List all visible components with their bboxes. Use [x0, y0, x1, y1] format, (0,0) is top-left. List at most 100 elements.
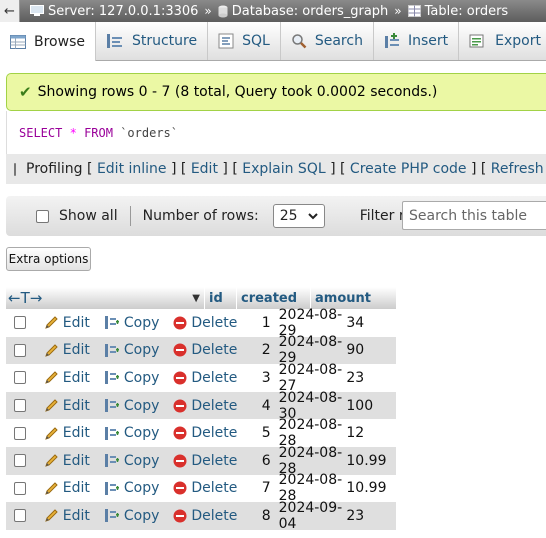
edit-row-button[interactable]: Edit — [44, 508, 90, 524]
cell-id[interactable]: 6 — [249, 453, 274, 469]
cell-amount[interactable]: 23 — [342, 370, 396, 386]
delete-row-button[interactable]: Delete — [173, 508, 237, 524]
table-row: Edit Copy Delete 4 2024-08-30 100 — [6, 390, 396, 422]
table-body: Edit Copy Delete 1 2024-08-29 34 Edit Copy Delet… — [6, 307, 396, 532]
tab-browse[interactable]: Browse — [0, 22, 96, 61]
edit-query-link[interactable]: Edit — [191, 161, 218, 177]
cell-id[interactable]: 4 — [249, 398, 274, 414]
cell-id[interactable]: 8 — [249, 508, 274, 524]
number-of-rows-select[interactable]: 25 — [272, 204, 325, 228]
refresh-link[interactable]: Refresh — [491, 161, 544, 177]
filter-rows-input[interactable] — [402, 201, 546, 230]
copy-row-button[interactable]: Copy — [104, 342, 159, 358]
edit-row-button[interactable]: Edit — [44, 370, 90, 386]
edit-row-button[interactable]: Edit — [44, 315, 90, 331]
sort-triangle-icon[interactable]: ▼ — [192, 293, 200, 304]
table-row: Edit Copy Delete 5 2024-08-28 12 — [6, 417, 396, 449]
delete-row-button[interactable]: Delete — [173, 453, 237, 469]
tab-structure[interactable]: Structure — [95, 22, 209, 60]
delete-row-button[interactable]: Delete — [173, 342, 237, 358]
edit-row-button[interactable]: Edit — [44, 398, 90, 414]
sql-icon — [218, 33, 234, 49]
row-checkbox[interactable] — [14, 316, 26, 330]
cell-id[interactable]: 7 — [249, 480, 274, 496]
table-row: Edit Copy Delete 1 2024-08-29 34 — [6, 307, 396, 339]
delete-row-button[interactable]: Delete — [173, 315, 237, 331]
row-checkbox[interactable] — [14, 426, 26, 440]
cell-amount[interactable]: 10.99 — [342, 453, 396, 469]
pencil-icon — [44, 343, 59, 358]
delete-icon — [173, 426, 187, 440]
edit-row-button[interactable]: Edit — [44, 425, 90, 441]
row-checkbox[interactable] — [14, 399, 26, 413]
expand-columns-icon[interactable]: ←T→ — [8, 289, 42, 307]
edit-row-button[interactable]: Edit — [44, 342, 90, 358]
copy-icon — [104, 508, 120, 523]
row-checkbox[interactable] — [14, 371, 26, 385]
copy-row-button[interactable]: Copy — [104, 508, 159, 524]
copy-row-button[interactable]: Copy — [104, 453, 159, 469]
cell-id[interactable]: 1 — [249, 315, 274, 331]
checkmark-icon: ✔ — [19, 83, 32, 101]
delete-row-button[interactable]: Delete — [173, 480, 237, 496]
breadcrumb-server[interactable]: Server: 127.0.0.1:3306 — [20, 4, 198, 19]
copy-row-button[interactable]: Copy — [104, 315, 159, 331]
profiling-checkbox[interactable] — [14, 162, 16, 176]
cell-amount[interactable]: 100 — [342, 398, 396, 414]
cell-id[interactable]: 3 — [249, 370, 274, 386]
copy-row-button[interactable]: Copy — [104, 480, 159, 496]
delete-icon — [173, 343, 187, 357]
tab-search[interactable]: Search — [280, 22, 374, 60]
pencil-icon — [44, 453, 59, 468]
delete-icon — [173, 481, 187, 495]
edit-row-button[interactable]: Edit — [44, 453, 90, 469]
show-all-checkbox[interactable] — [36, 209, 49, 223]
column-header-created[interactable]: created — [236, 287, 310, 309]
breadcrumb-separator: » — [394, 4, 402, 18]
row-checkbox[interactable] — [14, 509, 26, 523]
cell-created[interactable]: 2024-09-04 — [275, 500, 343, 532]
copy-row-button[interactable]: Copy — [104, 398, 159, 414]
row-checkbox[interactable] — [14, 481, 26, 495]
cell-amount[interactable]: 23 — [342, 508, 396, 524]
column-header-amount[interactable]: amount — [310, 287, 374, 309]
cell-amount[interactable]: 34 — [342, 315, 396, 331]
column-header-id[interactable]: id — [204, 287, 236, 309]
copy-icon — [104, 453, 120, 468]
sql-keyword-select: SELECT — [19, 125, 63, 140]
pencil-icon — [44, 398, 59, 413]
tab-export[interactable]: Export — [459, 22, 546, 60]
copy-row-button[interactable]: Copy — [104, 425, 159, 441]
cell-amount[interactable]: 10.99 — [342, 480, 396, 496]
cell-id[interactable]: 5 — [249, 425, 274, 441]
explain-sql-link[interactable]: Explain SQL — [242, 161, 325, 177]
row-checkbox[interactable] — [14, 343, 26, 357]
back-arrow-icon[interactable]: ← — [0, 0, 20, 22]
export-icon — [469, 33, 487, 49]
server-icon — [30, 5, 44, 17]
tab-sql[interactable]: SQL — [208, 22, 281, 60]
cell-amount[interactable]: 90 — [342, 342, 396, 358]
breadcrumb-table[interactable]: Table: orders — [407, 4, 508, 19]
table-row: Edit Copy Delete 2 2024-08-29 90 — [6, 334, 396, 366]
edit-row-button[interactable]: Edit — [44, 480, 90, 496]
database-icon — [218, 5, 228, 18]
cell-id[interactable]: 2 — [249, 342, 274, 358]
number-of-rows-label: Number of rows: — [142, 208, 259, 224]
delete-row-button[interactable]: Delete — [173, 425, 237, 441]
tab-insert[interactable]: Insert — [373, 22, 460, 60]
delete-row-button[interactable]: Delete — [173, 398, 237, 414]
breadcrumb-database[interactable]: Database: orders_graph — [218, 4, 388, 19]
create-php-code-link[interactable]: Create PHP code — [350, 161, 467, 177]
copy-row-button[interactable]: Copy — [104, 370, 159, 386]
delete-row-button[interactable]: Delete — [173, 370, 237, 386]
profiling-bar: Profiling [ Edit inline ] [ Edit ] [ Exp… — [6, 154, 546, 184]
cell-amount[interactable]: 12 — [342, 425, 396, 441]
row-checkbox[interactable] — [14, 454, 26, 468]
pencil-icon — [44, 508, 59, 523]
sql-query-box[interactable]: SELECT * FROM `orders` — [6, 111, 546, 154]
delete-icon — [173, 371, 187, 385]
extra-options-button[interactable]: Extra options — [6, 247, 91, 271]
edit-inline-link[interactable]: Edit inline — [97, 161, 167, 177]
chevron-down-icon — [307, 208, 318, 224]
